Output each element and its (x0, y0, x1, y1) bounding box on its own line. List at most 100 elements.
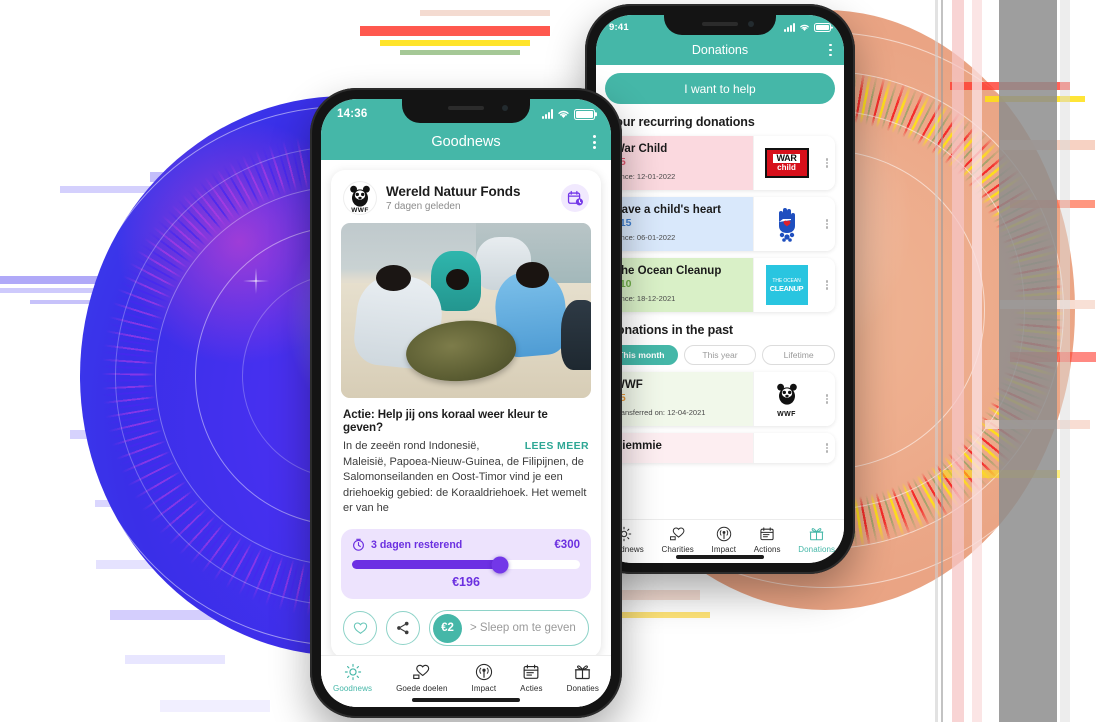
wwf-wordmark: WWF (351, 207, 369, 214)
past-donations-heading: Donations in the past (608, 323, 733, 337)
days-left-group: 3 dagen resterend (352, 538, 462, 551)
save-a-childs-heart-logo (753, 197, 819, 251)
timer-icon (353, 538, 364, 551)
donation-progress-track[interactable] (352, 556, 580, 574)
notch (402, 99, 530, 123)
tab-label: Acties (520, 683, 543, 693)
donation-date: Since: 18-12-2021 (614, 294, 676, 303)
back-content-sheet: I want to help Your recurring donations … (596, 73, 844, 469)
hand-heart-icon (778, 208, 795, 242)
kebab-menu-icon[interactable] (593, 135, 596, 149)
period-filter-group: This month This year Lifetime (596, 337, 844, 365)
glitch-stripe (972, 0, 982, 722)
donation-name: WWF (614, 379, 643, 391)
back-phone-device: 9:41 Donations I want to help Your recur… (585, 4, 855, 574)
glitch-slab (400, 50, 520, 55)
glitch-slab (360, 26, 550, 36)
donation-name: The Ocean Cleanup (614, 265, 722, 277)
donation-info: Save a child's heart €15 Since: 06-01-20… (605, 197, 753, 251)
donation-slider-knob[interactable] (491, 556, 509, 574)
donation-date: Since: 12-01-2022 (614, 172, 676, 181)
tab-impact[interactable]: Impact (472, 663, 497, 693)
read-more-link[interactable]: LEES MEER (518, 439, 589, 454)
tab-impact[interactable]: Impact (712, 526, 737, 554)
battery-icon (574, 108, 595, 120)
tab-donations[interactable]: Donations (798, 526, 835, 554)
donation-card[interactable]: The Ocean Cleanup €10 Since: 18-12-2021 … (605, 258, 835, 312)
share-icon (397, 621, 409, 635)
back-appbar-title: Donations (691, 43, 749, 57)
kebab-menu-icon[interactable] (829, 43, 832, 57)
donation-menu-icon[interactable] (819, 372, 835, 426)
article-image (341, 223, 591, 398)
tab-label: Donations (798, 544, 836, 554)
tab-charities[interactable]: Charities (661, 526, 694, 554)
donation-menu-icon[interactable] (819, 136, 835, 190)
status-icons (542, 108, 595, 120)
article-action-row: €2 > Sleep om te geven (331, 599, 601, 658)
donation-date: Since: 06-01-2022 (614, 233, 676, 242)
like-button[interactable] (343, 611, 377, 646)
back-phone-screen: 9:41 Donations I want to help Your recur… (596, 15, 844, 563)
home-indicator (412, 698, 520, 702)
i-want-to-help-button[interactable]: I want to help (605, 73, 835, 104)
calendar-clock-icon[interactable] (561, 184, 589, 212)
filter-this-year[interactable]: This year (683, 345, 757, 365)
donation-info: War Child €5 Since: 12-01-2022 (605, 136, 753, 190)
heart-icon (353, 622, 367, 635)
article-author-name: Wereld Natuur Fonds (386, 184, 521, 199)
war-child-logo: WAR child (753, 136, 819, 190)
donation-menu-icon[interactable] (819, 433, 835, 463)
donation-name: War Child (614, 143, 668, 155)
recurring-donations-heading: Your recurring donations (608, 115, 755, 129)
tab-goede-doelen[interactable]: Goede doelen (396, 663, 447, 693)
share-button[interactable] (386, 611, 420, 646)
signal-icon (542, 109, 553, 119)
donation-amount: €5 (614, 156, 753, 168)
calendar-icon (760, 526, 774, 540)
past-donation-card[interactable]: WWF €5 Transferred on: 12-04-2021 (605, 372, 835, 426)
glitch-slab (420, 10, 550, 16)
glitch-stripe (1060, 0, 1070, 722)
article-time-ago: 7 dagen geleden (386, 201, 461, 212)
front-appbar: Goodnews (321, 124, 611, 160)
tab-label: Impact (471, 683, 497, 693)
back-appbar: Donations (596, 35, 844, 65)
sun-icon (344, 663, 361, 680)
sparkle-icon (243, 268, 269, 294)
tab-goodnews[interactable]: Goodnews (333, 663, 372, 693)
donation-card[interactable]: Save a child's heart €15 Since: 06-01-20… (605, 197, 835, 251)
front-content-sheet: WWF Wereld Natuur Fonds 7 dagen geleden (321, 160, 611, 707)
tab-donaties[interactable]: Donaties (567, 663, 599, 693)
donation-menu-icon[interactable] (819, 197, 835, 251)
tab-label: Impact (711, 544, 737, 554)
donation-slider-panel: 3 dagen resterend €300 €196 (341, 529, 591, 600)
donation-goal: €300 (554, 538, 580, 551)
donation-menu-icon[interactable] (819, 258, 835, 312)
home-indicator (676, 555, 764, 559)
tab-label: Goede doelen (396, 683, 448, 693)
impact-broadcast-icon (475, 663, 492, 680)
donation-amount-badge: €2 (433, 613, 462, 643)
glitch-stripe (952, 0, 964, 722)
tab-label: Goodnews (333, 683, 373, 693)
status-icons (784, 23, 831, 32)
donation-amount: €5 (614, 392, 753, 404)
panda-icon (350, 185, 370, 207)
donation-card[interactable]: War Child €5 Since: 12-01-2022 WARchild (605, 136, 835, 190)
donation-current-amount: €196 (452, 575, 480, 590)
tab-label: Donaties (566, 683, 599, 693)
calendar-clock-glyph (567, 190, 583, 205)
donation-info: Kiemmie (605, 433, 753, 463)
filter-lifetime[interactable]: Lifetime (762, 345, 836, 365)
gift-icon (575, 664, 591, 679)
tab-label: Actions (753, 544, 781, 554)
news-card[interactable]: WWF Wereld Natuur Fonds 7 dagen geleden (331, 170, 601, 659)
charity-heart-icon (670, 526, 685, 540)
signal-icon (784, 23, 795, 32)
past-donation-card[interactable]: Kiemmie (605, 433, 835, 463)
tab-acties[interactable]: Acties (520, 663, 542, 693)
tab-actions[interactable]: Actions (754, 526, 781, 554)
glitch-slab (160, 700, 270, 712)
drag-to-donate-control[interactable]: €2 > Sleep om te geven (429, 610, 589, 647)
